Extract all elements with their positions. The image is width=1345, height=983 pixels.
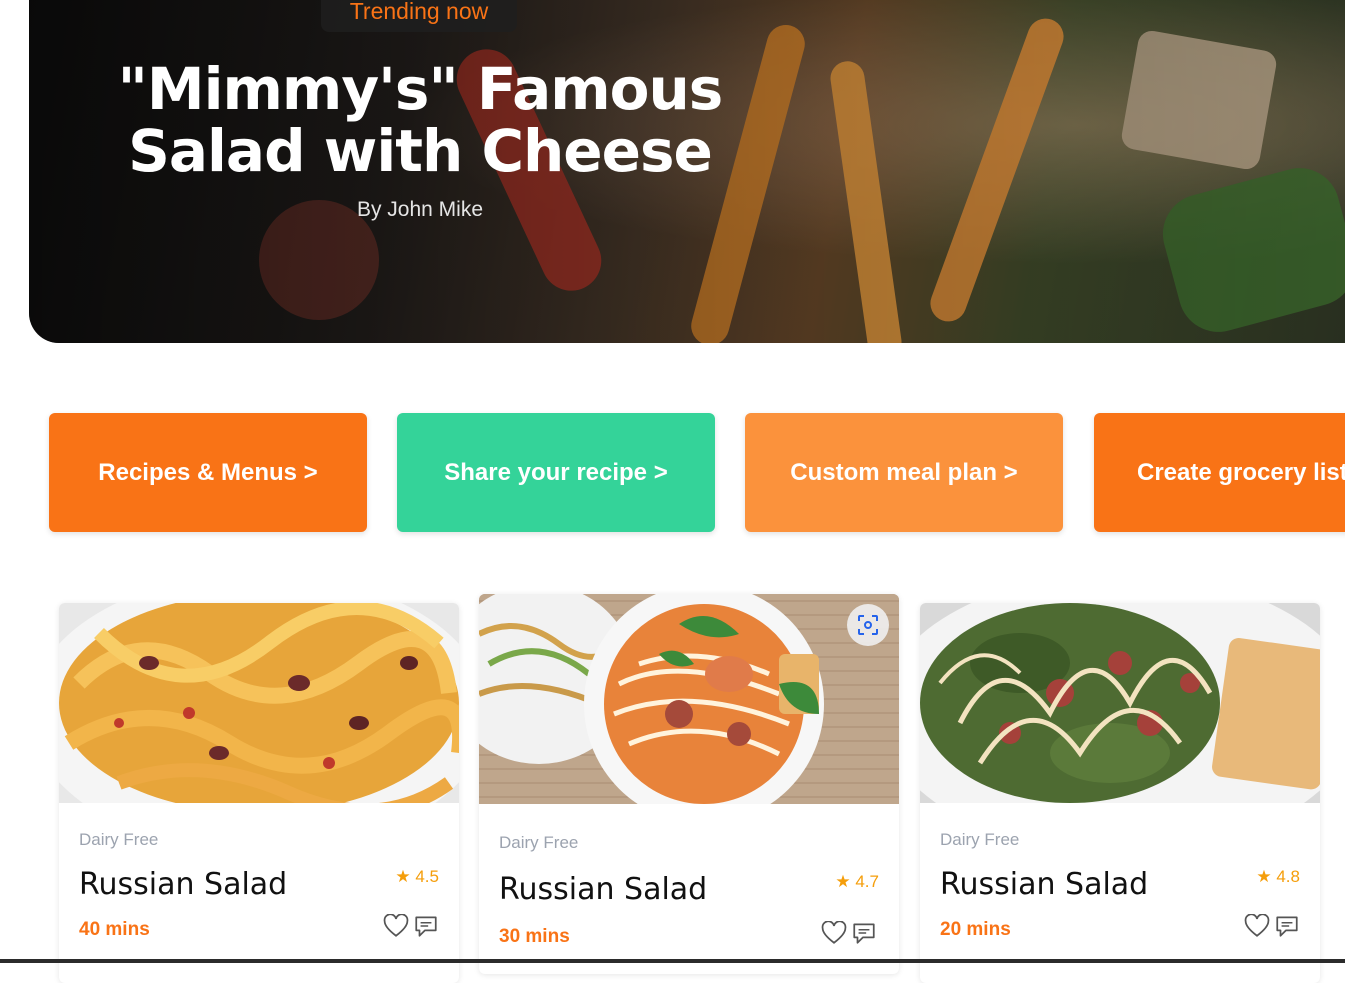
share-recipe-button[interactable]: Share your recipe > — [397, 413, 715, 532]
recipe-title[interactable]: Russian Salad — [499, 872, 707, 907]
recipe-card[interactable]: Dairy Free Russian Salad ★ 4.8 20 mins — [920, 603, 1320, 983]
trending-badge: Trending now — [321, 0, 517, 32]
recipe-title[interactable]: Russian Salad — [940, 867, 1148, 902]
hero-author: By John Mike — [356, 198, 484, 221]
comment-icon[interactable] — [851, 921, 877, 945]
rating-value: ★ 4.7 — [835, 872, 879, 891]
recipe-card[interactable]: Dairy Free Russian Salad ★ 4.5 40 mins — [59, 603, 459, 983]
recipe-title[interactable]: Russian Salad — [79, 867, 287, 902]
hero-title[interactable]: "Mimmy's" Famous Salad with Cheese — [40, 58, 800, 182]
rating-value: ★ 4.5 — [395, 867, 439, 886]
diet-tag: Dairy Free — [499, 833, 579, 852]
rating-value: ★ 4.8 — [1256, 867, 1300, 886]
window-bottom-edge — [0, 959, 1345, 963]
recipe-image-pasta — [59, 603, 459, 803]
cook-time: 30 mins — [499, 926, 570, 947]
cook-time: 20 mins — [940, 919, 1011, 940]
create-grocery-list-button[interactable]: Create grocery list > — [1094, 413, 1345, 532]
heart-icon[interactable] — [383, 914, 409, 938]
recipes-menus-button[interactable]: Recipes & Menus > — [49, 413, 367, 532]
recipe-image-caesar-salad — [920, 603, 1320, 803]
diet-tag: Dairy Free — [79, 830, 159, 849]
comment-icon[interactable] — [413, 914, 439, 938]
heart-icon[interactable] — [1244, 914, 1270, 938]
cook-time: 40 mins — [79, 919, 150, 940]
heart-icon[interactable] — [821, 921, 847, 945]
recipe-card[interactable]: Dairy Free Russian Salad ★ 4.7 30 mins — [479, 594, 899, 974]
lens-icon[interactable] — [847, 604, 889, 646]
diet-tag: Dairy Free — [940, 830, 1020, 849]
custom-meal-plan-button[interactable]: Custom meal plan > — [745, 413, 1063, 532]
recipe-image-noodle-soup — [479, 594, 899, 804]
comment-icon[interactable] — [1274, 914, 1300, 938]
